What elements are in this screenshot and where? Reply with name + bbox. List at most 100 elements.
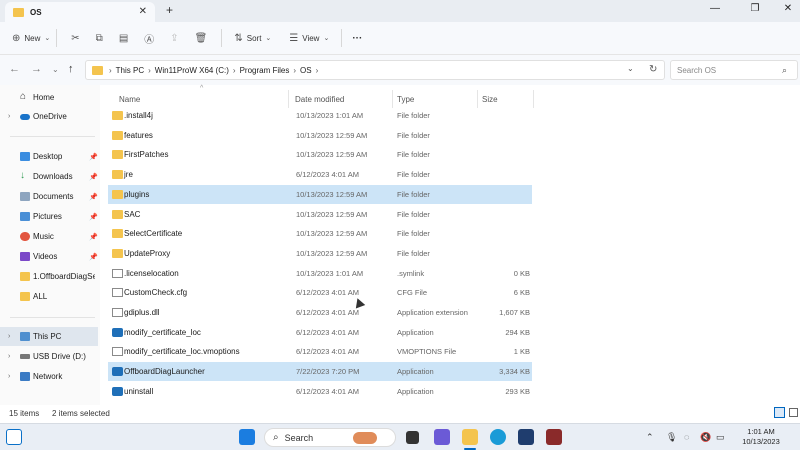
navigation-pane: ⌂ Home › OneDrive Desktop 📌 ↓ Downloads … [0,85,100,405]
chevron-right-icon[interactable]: › [8,373,10,380]
recent-chevron-icon[interactable]: ⌄ [52,65,59,74]
winrar-icon[interactable] [546,429,562,445]
pin-icon[interactable]: 📌 [89,233,98,241]
sort-button[interactable]: ⇅ Sort ⌄ [234,33,271,44]
chevron-right-icon[interactable]: › [8,353,10,360]
close-window-button[interactable]: ✕ [778,3,798,14]
address-dropdown-icon[interactable]: ⌄ [627,64,634,73]
chevron-down-icon: ⌄ [323,35,330,42]
minimize-button[interactable]: — [705,3,725,14]
security-icon[interactable]: ◌ [684,432,689,442]
breadcrumb-program-files[interactable]: Program Files [240,66,290,75]
sidebar-item-network[interactable]: › Network [0,367,98,386]
battery-icon[interactable]: ▭ [716,432,725,443]
sidebar-item-usb-drive[interactable]: › USB Drive (D:) [0,347,98,366]
chevron-right-icon[interactable]: › [8,333,10,340]
file-row[interactable]: uninstall 6/12/2023 4:01 AM Application 293… [108,382,532,401]
pin-icon[interactable]: 📌 [89,253,98,261]
sidebar-item-all[interactable]: ALL [0,287,98,306]
file-explorer-icon[interactable] [462,429,478,445]
sidebar-item-home[interactable]: ⌂ Home [0,88,98,107]
share-button[interactable]: ⇪ [170,33,178,44]
sidebar-item-label: Pictures [33,212,62,221]
sidebar-item-desktop[interactable]: Desktop 📌 [0,147,98,166]
store-icon[interactable] [518,429,534,445]
file-name: SAC [124,209,141,219]
tab-os[interactable]: OS ✕ [5,2,155,22]
chevron-up-icon[interactable]: ⌃ [646,432,654,443]
file-row[interactable]: plugins 10/13/2023 12:59 AM File folder [108,184,532,204]
tiles-view-icon[interactable] [789,408,798,417]
pin-icon[interactable]: 📌 [89,193,98,201]
breadcrumb-drive[interactable]: Win11ProW X64 (C:) [155,66,229,75]
taskbar-search[interactable]: ⌕ Search [264,428,396,447]
up-arrow-icon[interactable]: ↑ [68,63,74,75]
back-arrow-icon[interactable]: ← [9,63,20,75]
file-type: File folder [397,170,430,180]
file-row[interactable]: OffboardDiagLauncher 7/22/2023 7:20 PM App… [108,362,532,382]
file-row[interactable]: modify_certificate_loc.vmoptions 6/12/202… [108,342,532,361]
system-clock[interactable]: 1:01 AM 10/13/2023 [736,427,786,447]
refresh-icon[interactable]: ↻ [649,64,657,75]
task-view-icon[interactable] [406,431,419,444]
file-row[interactable]: SAC 10/13/2023 12:59 AM File folder [108,205,532,224]
forward-arrow-icon[interactable]: → [31,63,42,75]
item-count: 15 items [9,409,40,418]
cut-button[interactable]: ✂ [71,33,79,44]
breadcrumb-separator: › [293,65,297,75]
cloud-icon [20,114,30,120]
sidebar-item-offboarddiagsetup[interactable]: 1.OffboardDiagSetu [0,267,98,286]
start-icon[interactable] [239,429,255,445]
sidebar-item-documents[interactable]: Documents 📌 [0,187,98,206]
more-options-button[interactable]: ··· [352,33,362,44]
view-button[interactable]: ☰ View ⌄ [289,33,329,44]
chevron-right-icon[interactable]: › [8,113,10,120]
sidebar-item-videos[interactable]: Videos 📌 [0,247,98,266]
column-divider[interactable] [533,90,534,108]
file-size: 1 KB [513,347,530,357]
sidebar-item-music[interactable]: Music 📌 [0,227,98,246]
file-list: ^ Name Date modified Type Size .install4… [100,85,800,405]
delete-button[interactable]: 🗑 [195,33,208,44]
copy-button[interactable]: ⧉ [96,33,103,44]
file-row[interactable]: CustomCheck.cfg 6/12/2023 4:01 AM CFG File… [108,283,532,302]
search-input[interactable]: Search OS ⌕ [670,60,798,80]
new-button[interactable]: ⊕ New ⌄ [12,33,50,44]
breadcrumb-this-pc[interactable]: This PC [116,66,144,75]
breadcrumb-os[interactable]: OS [300,66,312,75]
microphone-icon[interactable]: 🎙 [666,432,677,443]
file-name: FirstPatches [124,150,169,160]
new-tab-button[interactable]: + [166,3,173,17]
edge-icon[interactable] [490,429,506,445]
chat-icon[interactable] [434,429,450,445]
file-type: File folder [397,229,430,239]
file-row[interactable]: .licenselocation 10/13/2023 1:01 AM .symli… [108,264,532,283]
search-icon: ⌕ [273,432,279,443]
pin-icon[interactable]: 📌 [89,173,98,181]
file-row[interactable]: jre 6/12/2023 4:01 AM File folder [108,165,532,184]
rename-button[interactable]: Ⓐ [144,31,154,46]
file-row[interactable]: features 10/13/2023 12:59 AM File folder [108,126,532,145]
sidebar-item-this-pc[interactable]: › This PC [0,327,98,346]
file-row[interactable]: modify_certificate_loc 6/12/2023 4:01 AM A… [108,323,532,342]
sidebar-item-pictures[interactable]: Pictures 📌 [0,207,98,226]
pin-icon[interactable]: 📌 [89,213,98,221]
maximize-button[interactable]: ❐ [745,3,765,14]
volume-muted-icon[interactable]: 🔇 [700,432,711,443]
pin-icon[interactable]: 📌 [89,153,98,161]
file-row[interactable]: UpdateProxy 10/13/2023 12:59 AM File folde… [108,244,532,263]
breadcrumb-separator: › [315,65,319,75]
sidebar-item-onedrive[interactable]: › OneDrive [0,107,98,126]
details-view-icon[interactable] [774,407,785,418]
file-date: 10/13/2023 1:01 AM [296,268,364,278]
close-tab-icon[interactable]: ✕ [139,6,147,17]
file-row[interactable]: gdiplus.dll 6/12/2023 4:01 AM Application … [108,303,532,322]
widgets-icon[interactable] [6,429,22,445]
file-row[interactable]: SelectCertificate 10/13/2023 12:59 AM File… [108,224,532,243]
sidebar-item-downloads[interactable]: ↓ Downloads 📌 [0,167,98,186]
music-icon [20,232,30,241]
file-row[interactable]: .install4j 10/13/2023 1:01 AM File folder [108,106,532,125]
address-bar[interactable]: › This PC › Win11ProW X64 (C:) › Program… [85,60,665,80]
paste-button[interactable]: ▤ [119,33,128,44]
file-row[interactable]: FirstPatches 10/13/2023 12:59 AM File fold… [108,145,532,164]
